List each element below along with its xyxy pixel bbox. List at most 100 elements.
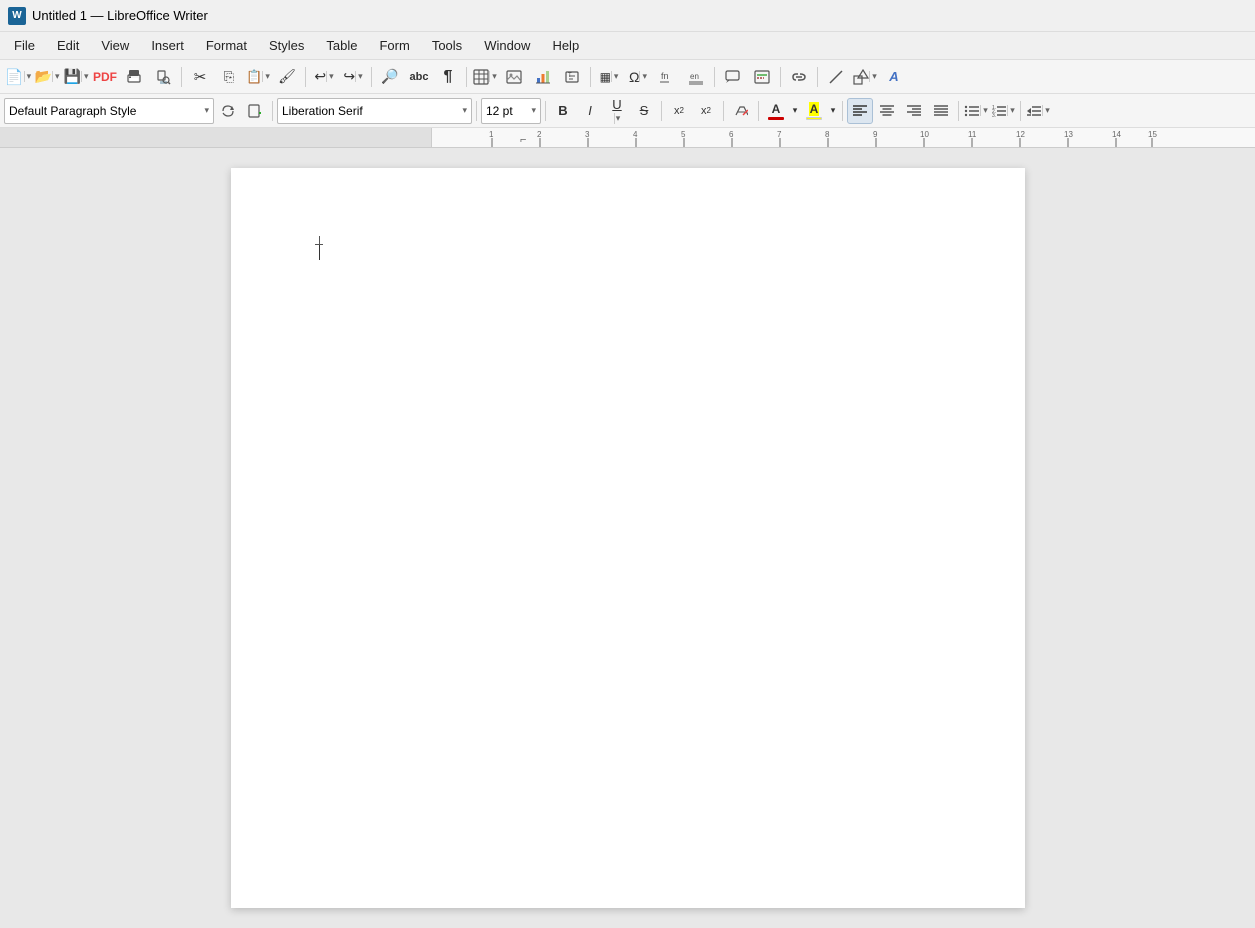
image-icon — [506, 69, 522, 85]
sep7 — [780, 67, 781, 87]
print-button[interactable] — [120, 64, 148, 90]
document-page[interactable] — [231, 168, 1025, 908]
paragraph-style-dropdown[interactable]: Default Paragraph Style ▾ — [4, 98, 214, 124]
find-button[interactable]: 🔎 — [376, 64, 404, 90]
hyperlink-button[interactable] — [785, 64, 813, 90]
shapes-button[interactable]: ▾ — [851, 64, 879, 90]
cut-button[interactable]: ✂ — [186, 64, 214, 90]
insert-footnote-button[interactable]: fn — [653, 64, 681, 90]
svg-text:T: T — [568, 73, 572, 79]
spellcheck-button[interactable]: abc — [405, 64, 433, 90]
insert-textbox-button[interactable]: T — [558, 64, 586, 90]
unordered-list-icon — [964, 104, 980, 118]
italic-button[interactable]: I — [577, 98, 603, 124]
font-name-dropdown[interactable]: Liberation Serif ▾ — [277, 98, 472, 124]
menu-form[interactable]: Form — [369, 35, 419, 56]
bold-button[interactable]: B — [550, 98, 576, 124]
svg-text:14: 14 — [1112, 130, 1121, 139]
hyperlink-icon — [791, 69, 807, 85]
svg-text:1: 1 — [489, 130, 494, 139]
fontwork-button[interactable]: A — [880, 64, 908, 90]
sep-fmt5 — [723, 101, 724, 121]
menu-format[interactable]: Format — [196, 35, 257, 56]
strikethrough-button[interactable]: S — [631, 98, 657, 124]
insert-image-button[interactable] — [500, 64, 528, 90]
menu-window[interactable]: Window — [474, 35, 540, 56]
font-dropdown-arrow: ▾ — [462, 105, 467, 116]
sep5 — [590, 67, 591, 87]
ruler-left-margin: ◄ 1 ► — [0, 128, 432, 147]
menu-file[interactable]: File — [4, 35, 45, 56]
underline-button[interactable]: U ▾ — [604, 98, 630, 124]
insert-field-button[interactable]: ▦▾ — [595, 64, 623, 90]
align-left-button[interactable] — [847, 98, 873, 124]
ruler: ◄ 1 ► 1 2 3 4 5 6 7 8 9 10 — [0, 128, 1255, 148]
sep1 — [181, 67, 182, 87]
sep-fmt7 — [842, 101, 843, 121]
insert-table-button[interactable]: ▾ — [471, 64, 499, 90]
menu-help[interactable]: Help — [542, 35, 589, 56]
menu-insert[interactable]: Insert — [141, 35, 194, 56]
sep8 — [817, 67, 818, 87]
sep2 — [305, 67, 306, 87]
insert-chart-button[interactable] — [529, 64, 557, 90]
decrease-indent-button[interactable]: ▾ — [1025, 98, 1051, 124]
insert-comment-button[interactable] — [719, 64, 747, 90]
menu-view[interactable]: View — [91, 35, 139, 56]
copy-button[interactable]: ⎘ — [215, 64, 243, 90]
align-justify-button[interactable] — [928, 98, 954, 124]
svg-text:5: 5 — [681, 130, 686, 139]
track-changes-button[interactable] — [748, 64, 776, 90]
print-preview-button[interactable] — [149, 64, 177, 90]
ruler-content-area: 1 2 3 4 5 6 7 8 9 10 11 12 13 1 — [432, 128, 1255, 147]
subscript-button[interactable]: x2 — [693, 98, 719, 124]
shapes-icon — [853, 69, 869, 85]
redo-button[interactable]: ↪▾ — [339, 64, 367, 90]
formatting-marks-button[interactable]: ¶ — [434, 64, 462, 90]
align-right-button[interactable] — [901, 98, 927, 124]
align-center-button[interactable] — [874, 98, 900, 124]
canvas-area — [0, 148, 1255, 928]
new-style-icon — [248, 104, 262, 118]
open-button[interactable]: 📂▾ — [33, 64, 61, 90]
format-paintbrush-button[interactable]: 🖌 — [273, 64, 301, 90]
menu-edit[interactable]: Edit — [47, 35, 89, 56]
paste-button[interactable]: 📋▾ — [244, 64, 272, 90]
save-button[interactable]: 💾▾ — [62, 64, 90, 90]
align-left-icon — [852, 104, 868, 118]
new-button[interactable]: 📄▾ — [4, 64, 32, 90]
export-pdf-button[interactable]: PDF — [91, 64, 119, 90]
clear-format-button[interactable] — [728, 98, 754, 124]
font-size-dropdown[interactable]: 12 pt ▾ — [481, 98, 541, 124]
highlight-button[interactable]: A — [801, 98, 827, 124]
superscript-button[interactable]: x2 — [666, 98, 692, 124]
font-color-dropdown[interactable]: ▾ — [790, 98, 800, 124]
print-icon — [126, 69, 142, 85]
svg-text:10: 10 — [920, 130, 929, 139]
table-icon — [473, 69, 489, 85]
svg-text:en: en — [690, 72, 699, 81]
insert-special-button[interactable]: Ω▾ — [624, 64, 652, 90]
highlight-dropdown[interactable]: ▾ — [828, 98, 838, 124]
svg-text:fn: fn — [661, 71, 669, 81]
ordered-list-button[interactable]: 1. 2. 3. ▾ — [990, 98, 1016, 124]
line-button[interactable] — [822, 64, 850, 90]
font-color-button[interactable]: A — [763, 98, 789, 124]
unordered-list-button[interactable]: ▾ — [963, 98, 989, 124]
print-preview-icon — [155, 69, 171, 85]
new-style-button[interactable] — [242, 98, 268, 124]
undo-button[interactable]: ↩▾ — [310, 64, 338, 90]
sep-fmt6 — [758, 101, 759, 121]
font-size-value: 12 pt — [486, 104, 513, 118]
style-update-button[interactable] — [215, 98, 241, 124]
sep-fmt4 — [661, 101, 662, 121]
footnote-icon: fn — [659, 69, 675, 85]
menubar: File Edit View Insert Format Styles Tabl… — [0, 32, 1255, 60]
insert-endnote-button[interactable]: en — [682, 64, 710, 90]
align-center-icon — [879, 104, 895, 118]
menu-tools[interactable]: Tools — [422, 35, 472, 56]
svg-text:4: 4 — [633, 130, 638, 139]
app-title: Untitled 1 — LibreOffice Writer — [32, 8, 208, 23]
menu-table[interactable]: Table — [316, 35, 367, 56]
menu-styles[interactable]: Styles — [259, 35, 314, 56]
